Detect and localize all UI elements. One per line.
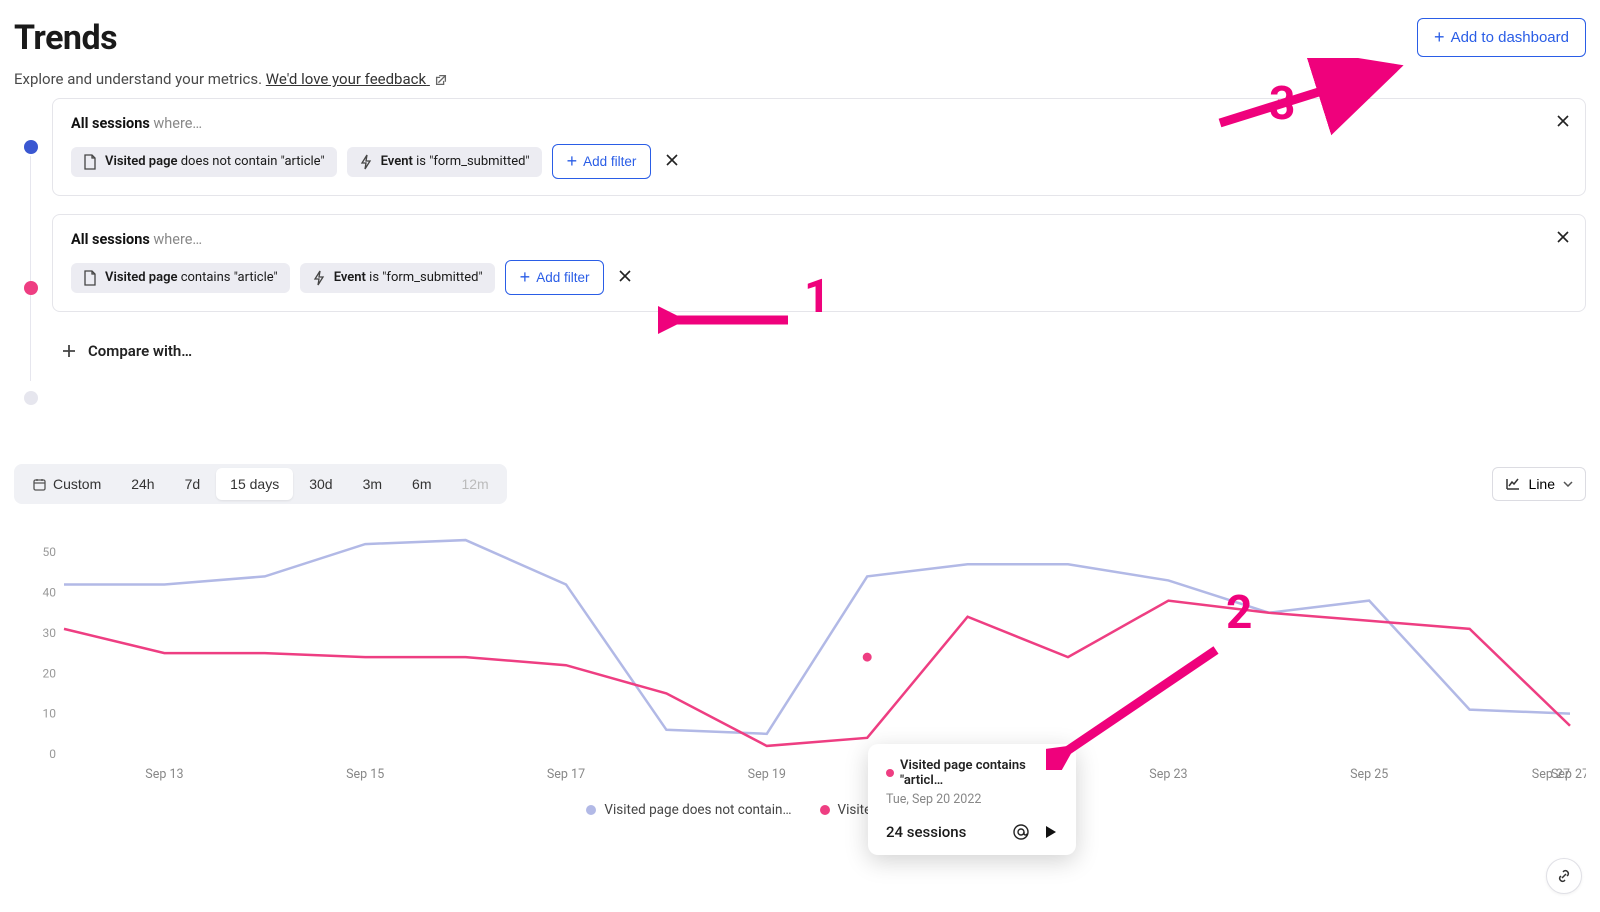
query-card-1: All sessions where… Visited page does no…: [52, 98, 1586, 196]
close-icon: [665, 153, 679, 167]
filter-chip-event[interactable]: Event is "form_submitted": [300, 263, 495, 293]
filter-chip-event[interactable]: Event is "form_submitted": [347, 147, 542, 177]
series-dot-1: [24, 140, 38, 154]
close-icon: [1555, 113, 1571, 129]
time-range-selector: Custom24h7d15 days30d3m6m12m: [14, 464, 507, 504]
time-range-3m[interactable]: 3m: [349, 468, 396, 500]
feedback-link[interactable]: We'd love your feedback: [266, 70, 448, 88]
plus-icon: +: [1434, 27, 1445, 48]
share-link-button[interactable]: [1546, 858, 1582, 894]
lightning-icon: [359, 154, 373, 170]
page-icon: [83, 270, 97, 286]
tooltip-value: 24 sessions: [886, 823, 966, 841]
page-subtitle: Explore and understand your metrics. We'…: [14, 70, 448, 88]
chart-line: [64, 540, 1570, 734]
y-tick-label: 40: [43, 586, 57, 600]
external-link-icon: [434, 73, 448, 87]
annotation-number-1: 1: [804, 270, 830, 324]
tooltip-series-label: Visited page contains "articl…: [900, 758, 1058, 788]
time-range-7d[interactable]: 7d: [171, 468, 215, 500]
time-range-24h[interactable]: 24h: [117, 468, 168, 500]
trends-chart[interactable]: 0 10 20 30 40 50 Sep 13 Sep 15 Sep 17 Sep 19 Sep 2…: [14, 522, 1586, 792]
chart-tooltip: Visited page contains "articl… Tue, Sep …: [868, 744, 1076, 855]
y-tick-label: 30: [43, 626, 57, 640]
y-tick-label: 20: [43, 666, 57, 680]
y-tick-label: 50: [43, 545, 57, 559]
x-tick-label: Sep 27: [1532, 767, 1570, 782]
page-title: Trends: [14, 18, 448, 58]
close-card-button[interactable]: [1555, 229, 1571, 249]
at-icon[interactable]: [1012, 823, 1030, 841]
series-dot-2: [24, 281, 38, 295]
add-filter-button[interactable]: +Add filter: [505, 260, 605, 295]
compare-with-button[interactable]: Compare with…: [52, 330, 1586, 372]
tooltip-series-dot: [886, 769, 894, 777]
x-tick-label: Sep 15: [346, 767, 384, 782]
chart-line: [64, 601, 1570, 746]
annotation-number-3: 3: [1269, 77, 1295, 131]
legend-dot: [586, 805, 596, 815]
page-icon: [83, 154, 97, 170]
y-tick-label: 0: [49, 747, 56, 761]
tooltip-date: Tue, Sep 20 2022: [886, 792, 1058, 807]
series-dot-empty: [24, 391, 38, 405]
clear-filters-button[interactable]: [661, 148, 683, 175]
query-title: All sessions where…: [71, 115, 1567, 132]
x-tick-label: Sep 13: [145, 767, 183, 782]
chevron-down-icon: [1563, 481, 1573, 487]
close-icon: [1555, 229, 1571, 245]
close-icon: [618, 269, 632, 283]
x-tick-label: Sep 23: [1149, 767, 1187, 782]
query-title: All sessions where…: [71, 231, 1567, 248]
plus-icon: [60, 342, 78, 360]
time-range-15-days[interactable]: 15 days: [216, 468, 293, 500]
time-range-30d[interactable]: 30d: [295, 468, 346, 500]
x-tick-label: Sep 17: [547, 767, 585, 782]
x-tick-label: Sep 19: [748, 767, 786, 782]
x-tick-label: Sep 25: [1350, 767, 1388, 782]
calendar-icon: [32, 477, 47, 492]
link-icon: [1555, 867, 1573, 885]
add-to-dashboard-button[interactable]: + Add to dashboard: [1417, 18, 1586, 57]
legend-item[interactable]: Visited page does not contain…: [586, 802, 791, 818]
chart-type-selector[interactable]: Line: [1492, 467, 1586, 501]
add-filter-button[interactable]: +Add filter: [552, 144, 652, 179]
line-chart-icon: [1505, 476, 1521, 492]
y-tick-label: 10: [43, 707, 57, 721]
filter-chip-page[interactable]: Visited page does not contain "article": [71, 147, 337, 177]
legend-dot: [820, 805, 830, 815]
play-icon[interactable]: [1042, 824, 1058, 840]
time-range-12m: 12m: [447, 468, 502, 500]
lightning-icon: [312, 270, 326, 286]
annotation-number-2: 2: [1226, 586, 1252, 640]
subtitle-text: Explore and understand your metrics.: [14, 70, 266, 88]
plus-icon: +: [567, 151, 578, 172]
chart-legend: Visited page does not contain…Visited pa…: [14, 802, 1586, 818]
time-range-6m[interactable]: 6m: [398, 468, 445, 500]
clear-filters-button[interactable]: [614, 264, 636, 291]
close-card-button[interactable]: [1555, 113, 1571, 133]
plus-icon: +: [520, 267, 531, 288]
connector-line: [30, 156, 31, 381]
filter-chip-page[interactable]: Visited page contains "article": [71, 263, 290, 293]
highlighted-point[interactable]: [861, 651, 873, 663]
time-range-custom[interactable]: Custom: [18, 468, 115, 500]
